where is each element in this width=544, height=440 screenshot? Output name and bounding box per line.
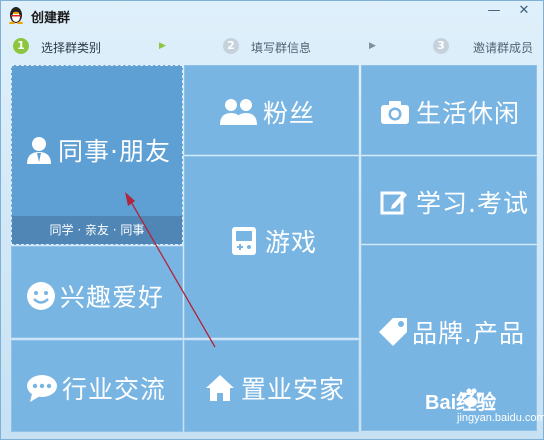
qq-penguin-icon [9,7,23,24]
step-number: 2 [223,38,239,54]
create-group-dialog: 创建群 — ✕ 1 选择群类别 ▶ 2 填写群信息 ▶ 3 邀请群成员 同事·朋… [0,0,544,440]
step-label: 填写群信息 [251,41,312,55]
step-label: 选择群类别 [41,41,102,55]
wizard-steps: 1 选择群类别 ▶ 2 填写群信息 ▶ 3 邀请群成员 [1,31,543,61]
title-bar[interactable]: 创建群 — ✕ [1,1,543,29]
step-number: 1 [13,38,29,54]
step-number: 3 [433,38,449,54]
baidu-jingyan-watermark: Bai经验 jingyan.baidu.com [421,382,544,437]
category-grid: 同事·朋友 同学 · 亲友 · 同事 粉丝 生活休闲 游戏 学习.考试 兴趣爱好… [9,63,537,435]
annotation-arrow-icon [125,192,216,348]
step-arrow-icon: ▶ [369,41,376,51]
watermark-brand: Bai经验 [425,392,497,414]
step-arrow-icon: ▶ [159,41,166,51]
step-label: 邀请群成员 [473,41,534,55]
minimize-button[interactable]: — [483,3,505,21]
window-title: 创建群 [31,11,71,26]
close-button[interactable]: ✕ [513,3,535,21]
watermark-site: jingyan.baidu.com [457,412,544,424]
